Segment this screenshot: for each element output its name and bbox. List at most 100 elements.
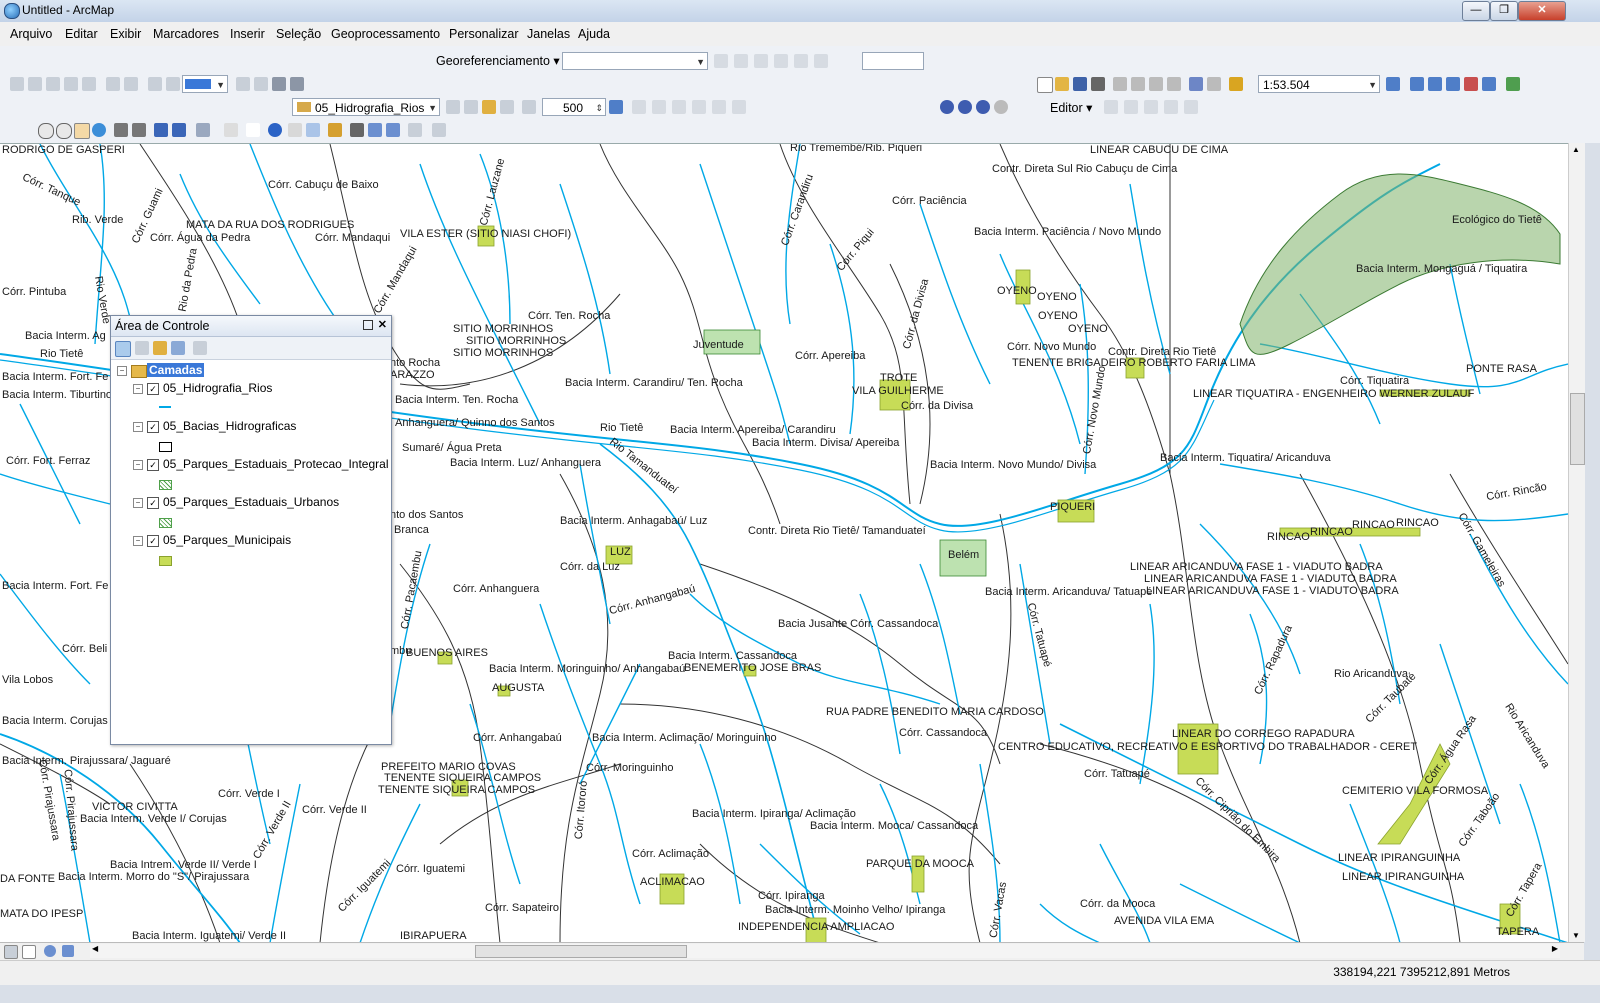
identify-icon[interactable] [268, 123, 282, 137]
editor-menu[interactable]: Editor ▾ [1050, 100, 1092, 115]
catalog-window-icon[interactable] [1428, 77, 1442, 91]
scroll-right-icon[interactable]: ▶ [1552, 944, 1558, 953]
redo-icon[interactable] [1207, 77, 1221, 91]
measure-icon[interactable] [328, 123, 342, 137]
toc-autohide-icon[interactable] [363, 320, 373, 330]
collapse-icon[interactable]: − [133, 384, 143, 394]
menu-inserir[interactable]: Inserir [230, 27, 265, 41]
collapse-icon[interactable]: − [133, 498, 143, 508]
toolbar-icon[interactable] [994, 100, 1008, 114]
list-by-visibility-icon[interactable] [153, 341, 167, 355]
zoom-in-icon[interactable] [38, 123, 54, 139]
viewer-window-icon[interactable] [432, 123, 446, 137]
cut-icon[interactable] [1113, 77, 1127, 91]
menu-exibir[interactable]: Exibir [110, 27, 141, 41]
fixed-zoom-out-icon[interactable] [132, 123, 146, 137]
data-view-icon[interactable] [4, 945, 18, 959]
toolbar-icon[interactable] [254, 77, 268, 91]
back-extent-icon[interactable] [154, 123, 168, 137]
layer-visibility-checkbox[interactable]: ✓ [147, 383, 159, 395]
toolbar-icon[interactable] [500, 100, 514, 114]
collapse-icon[interactable]: − [117, 366, 127, 376]
toolbar-icon[interactable] [940, 100, 954, 114]
search-window-icon[interactable] [1446, 77, 1460, 91]
refresh-icon[interactable] [44, 945, 56, 957]
arctoolbox-icon[interactable] [1464, 77, 1478, 91]
time-slider-icon[interactable] [408, 123, 422, 137]
vertical-scroll-thumb[interactable] [1570, 393, 1585, 465]
clear-selection-icon[interactable] [224, 123, 238, 137]
toolbar-icon[interactable] [1144, 100, 1158, 114]
layer-item[interactable]: − ✓ 05_Parques_Estaduais_Protecao_Integr… [111, 456, 391, 490]
georef-value-input[interactable] [862, 52, 924, 70]
layer-visibility-checkbox[interactable]: ✓ [147, 535, 159, 547]
select-features-icon[interactable] [196, 123, 210, 137]
georef-menu[interactable]: Georeferenciamento ▾ [436, 53, 560, 68]
menu-arquivo[interactable]: Arquivo [10, 27, 52, 41]
list-by-selection-icon[interactable] [171, 341, 185, 355]
model-builder-icon[interactable] [1506, 77, 1520, 91]
menu-personalizar[interactable]: Personalizar [449, 27, 518, 41]
toolbar-icon[interactable] [1124, 100, 1138, 114]
toolbar-icon[interactable] [46, 77, 60, 91]
python-window-icon[interactable] [1482, 77, 1496, 91]
toolbar-icon[interactable] [712, 100, 726, 114]
toolbar-icon[interactable] [464, 100, 478, 114]
layer-visibility-checkbox[interactable]: ✓ [147, 459, 159, 471]
toolbar-icon[interactable] [1184, 100, 1198, 114]
georef-tool-icon[interactable] [734, 54, 748, 68]
georef-tool-icon[interactable] [714, 54, 728, 68]
map-horizontal-scrollbar[interactable]: ◀ ▶ [90, 944, 1560, 958]
toolbar-icon[interactable] [28, 77, 42, 91]
snap-value-input[interactable]: 500 ⇕ [542, 98, 606, 116]
maximize-button[interactable]: ❐ [1490, 1, 1518, 21]
layer-item[interactable]: − ✓ 05_Parques_Municipais [111, 532, 391, 566]
find-icon[interactable] [350, 123, 364, 137]
collapse-icon[interactable]: − [133, 536, 143, 546]
toolbar-icon[interactable] [482, 100, 496, 114]
layer-group-label[interactable]: Camadas [147, 363, 205, 377]
toolbar-icon[interactable] [632, 100, 646, 114]
pan-icon[interactable] [74, 123, 90, 139]
toolbar-icon[interactable] [166, 77, 180, 91]
collapse-icon[interactable]: − [133, 460, 143, 470]
georef-tool-icon[interactable] [754, 54, 768, 68]
toolbar-icon[interactable] [732, 100, 746, 114]
new-document-icon[interactable] [1037, 77, 1053, 93]
select-elements-icon[interactable] [246, 123, 260, 137]
add-data-icon[interactable] [1229, 77, 1243, 91]
undo-icon[interactable] [1189, 77, 1203, 91]
toc-close-icon[interactable]: ✕ [378, 318, 387, 331]
scroll-left-icon[interactable]: ◀ [92, 944, 98, 953]
toolbar-icon[interactable] [106, 77, 120, 91]
toolbar-icon[interactable] [1164, 100, 1178, 114]
georef-tool-icon[interactable] [814, 54, 828, 68]
toolbar-icon[interactable] [609, 100, 623, 114]
layer-group-camadas[interactable]: − Camadas [111, 362, 391, 380]
paste-icon[interactable] [1149, 77, 1163, 91]
layer-name[interactable]: 05_Parques_Estaduais_Urbanos [163, 495, 339, 509]
horizontal-scroll-thumb[interactable] [475, 945, 687, 958]
map-scale-combo[interactable]: 1:53.504 ▼ [1258, 75, 1380, 93]
layer-visibility-checkbox[interactable]: ✓ [147, 421, 159, 433]
editor-toolbar-icon[interactable] [1386, 77, 1400, 91]
toolbar-icon[interactable] [124, 77, 138, 91]
layer-name[interactable]: 05_Parques_Municipais [163, 533, 291, 547]
menu-geoprocessamento[interactable]: Geoprocessamento [331, 27, 440, 41]
layout-view-icon[interactable] [22, 945, 36, 959]
toolbar-icon[interactable] [522, 100, 536, 114]
menu-janelas[interactable]: Janelas [527, 27, 570, 41]
list-by-drawing-order-icon[interactable] [115, 341, 131, 357]
layer-item[interactable]: − ✓ 05_Hidrografia_Rios [111, 380, 391, 408]
color-combo[interactable]: ▼ [182, 75, 228, 93]
georef-layer-combo[interactable]: ▼ [562, 52, 708, 70]
collapse-icon[interactable]: − [133, 422, 143, 432]
print-icon[interactable] [1091, 77, 1105, 91]
toc-window-icon[interactable] [1410, 77, 1424, 91]
html-popup-icon[interactable] [306, 123, 320, 137]
toc-title-bar[interactable]: Área de Controle ✕ [111, 316, 391, 337]
layer-item[interactable]: − ✓ 05_Bacias_Hidrograficas [111, 418, 391, 452]
toolbar-icon[interactable] [958, 100, 972, 114]
find-route-icon[interactable] [368, 123, 382, 137]
copy-icon[interactable] [1131, 77, 1145, 91]
